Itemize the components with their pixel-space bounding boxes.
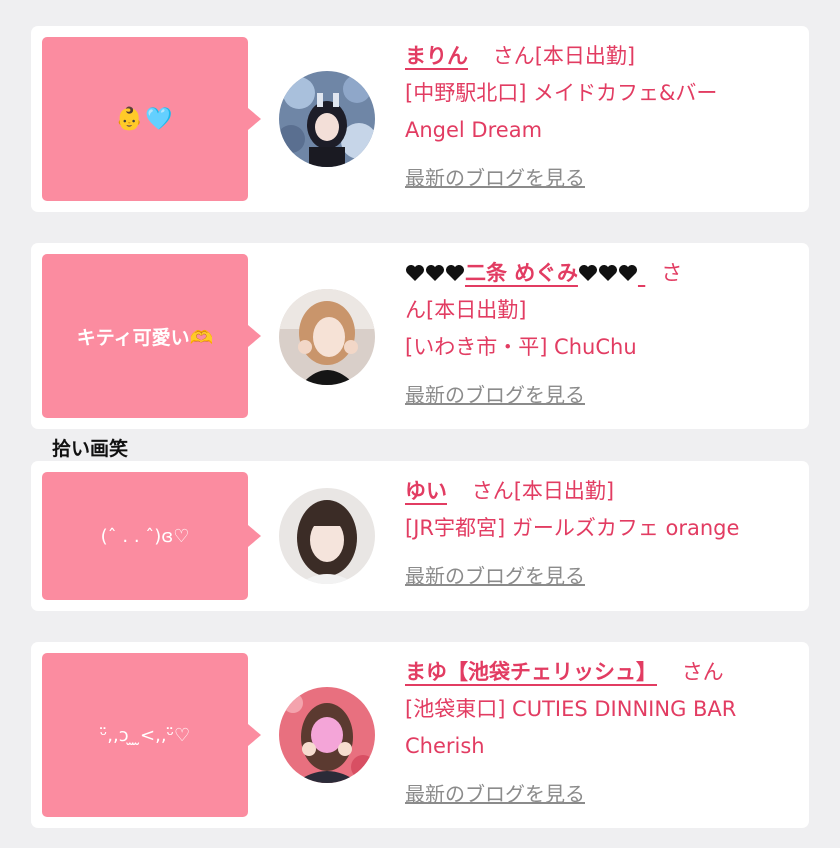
avatar[interactable] [279,71,375,167]
message-bubble: ᵕ̈,,ↄ ̫ ̫<,,ᵕ̈♡ [42,653,261,817]
black-heart-icon [426,265,444,281]
avatar-photo [279,289,375,385]
message-bubble: (ˆ . . ˆ)ɞ♡ [42,472,261,600]
cast-card: 👶🩵 まりん さん[本日出勤] [中野駅北口] メイドカフェ&バー Angel … [31,26,809,212]
cast-name-text: 二条 めぐみ [465,261,578,285]
cast-info: 二条 めぐみ さ ん[本日出勤] [いわき市・平] ChuChu 最新のブログを… [405,255,795,414]
work-status: [本日出勤] [426,298,527,322]
shop-name-continued: Cherish [405,734,485,758]
avatar-photo [279,488,375,584]
work-status: [本日出勤] [534,44,636,68]
avatar[interactable] [279,488,375,584]
black-heart-icon [578,265,597,281]
section-label: 拾い画笑 [52,438,129,460]
latest-blog-link[interactable]: 最新のブログを見る [405,377,585,414]
cast-info: まゆ【池袋チェリッシュ】 さん [池袋東口] CUTIES DINNING BA… [405,654,795,813]
latest-blog-link[interactable]: 最新のブログを見る [405,558,585,595]
cast-name-link[interactable]: 二条 めぐみ [405,261,645,285]
cast-name-link[interactable]: まりん [405,44,468,68]
honorific: さん [492,44,535,68]
message-bubble: キティ可愛い🫶 [42,254,261,418]
honorific-continued: ん [405,298,426,322]
latest-blog-link[interactable]: 最新のブログを見る [405,160,585,197]
cast-name-link[interactable]: ゆい [405,479,447,503]
latest-blog-link[interactable]: 最新のブログを見る [405,776,585,813]
honorific: さん [681,660,724,684]
avatar-photo [279,71,375,167]
message-text: 👶🩵 [115,106,175,132]
shop-name: [池袋東口] CUTIES DINNING BAR [405,697,737,721]
black-heart-icon [598,265,617,281]
cast-info: まりん さん[本日出勤] [中野駅北口] メイドカフェ&バー Angel Dre… [405,38,795,197]
black-heart-icon [446,265,464,281]
shop-name: [いわき市・平] ChuChu [405,335,637,359]
black-heart-icon [406,265,424,281]
cast-name-link[interactable]: まゆ【池袋チェリッシュ】 [405,660,657,684]
avatar-photo [279,687,375,783]
work-status: [本日出勤] [513,479,615,503]
avatar[interactable] [279,687,375,783]
shop-name-continued: Angel Dream [405,118,543,142]
cast-card: ᵕ̈,,ↄ ̫ ̫<,,ᵕ̈♡ まゆ【池袋チェリッシュ】 さん [池袋東口] C… [31,642,809,828]
cast-card: キティ可愛い🫶 二条 めぐみ さ ん[本日出勤] [いわき市・平] ChuChu… [31,243,809,429]
cast-card: (ˆ . . ˆ)ɞ♡ ゆい さん[本日出勤] [JR宇都宮] ガールズカフェ … [31,461,809,611]
message-bubble: 👶🩵 [42,37,261,201]
avatar[interactable] [279,289,375,385]
black-heart-icon [618,265,637,281]
message-text: キティ可愛い🫶 [76,326,214,349]
cast-info: ゆい さん[本日出勤] [JR宇都宮] ガールズカフェ orange 最新のブロ… [405,473,795,595]
honorific: さん [471,479,514,503]
message-text: (ˆ . . ˆ)ɞ♡ [100,525,190,547]
shop-name: [JR宇都宮] ガールズカフェ orange [405,516,740,540]
shop-name: [中野駅北口] メイドカフェ&バー [405,81,718,105]
message-text: ᵕ̈,,ↄ ̫ ̫<,,ᵕ̈♡ [99,724,191,746]
honorific: さ [661,261,683,285]
